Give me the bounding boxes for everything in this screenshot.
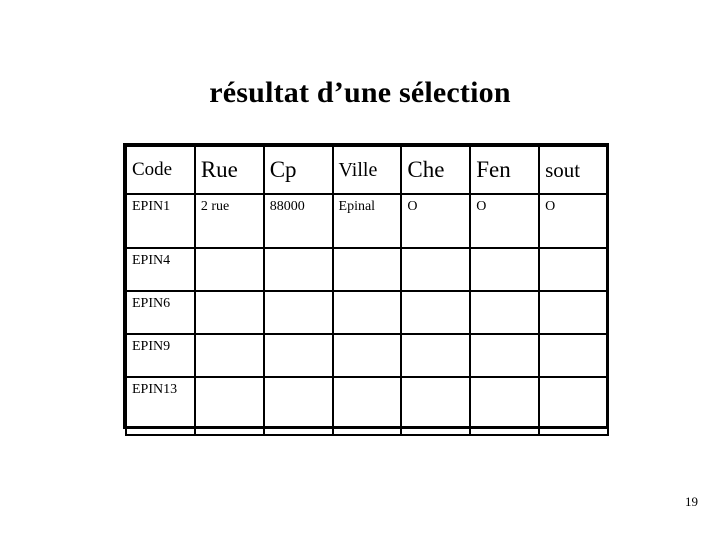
cell-rue: 2 rue <box>193 193 265 249</box>
cell-fen <box>469 247 541 292</box>
cell-fen <box>469 290 541 335</box>
cell-sout <box>538 376 609 436</box>
table-row: EPIN6 <box>125 290 609 335</box>
cell-sout: O <box>538 193 609 249</box>
table-row: EPIN13 <box>125 376 609 436</box>
cell-che <box>400 247 472 292</box>
cell-ville: Epinal <box>331 193 403 249</box>
table-row: EPIN9 <box>125 333 609 378</box>
cell-cp <box>262 290 334 335</box>
table-row: EPIN1 2 rue 88000 Epinal O O O <box>125 193 609 249</box>
cell-che: O <box>400 193 472 249</box>
cell-code: EPIN6 <box>125 290 196 335</box>
cell-ville <box>331 376 403 436</box>
cell-code: EPIN1 <box>125 193 196 249</box>
cell-sout <box>538 290 609 335</box>
cell-code: EPIN13 <box>125 376 196 436</box>
page-title: résultat d’une sélection <box>209 76 511 109</box>
cell-che <box>400 290 472 335</box>
cell-che <box>400 333 472 378</box>
column-header-fen: Fen <box>469 145 541 195</box>
cell-rue <box>193 376 265 436</box>
cell-sout <box>538 333 609 378</box>
table-row: EPIN4 <box>125 247 609 292</box>
table-header-row: Code Rue Cp Ville Che Fen sout <box>125 145 609 195</box>
cell-code: EPIN4 <box>125 247 196 292</box>
column-header-che: Che <box>400 145 472 195</box>
cell-che <box>400 376 472 436</box>
cell-ville <box>331 290 403 335</box>
cell-cp <box>262 247 334 292</box>
result-table: Code Rue Cp Ville Che Fen sout EPIN1 2 r… <box>125 145 609 436</box>
cell-fen: O <box>469 193 541 249</box>
cell-fen <box>469 333 541 378</box>
cell-ville <box>331 333 403 378</box>
cell-rue <box>193 333 265 378</box>
cell-cp: 88000 <box>262 193 334 249</box>
cell-rue <box>193 290 265 335</box>
cell-rue <box>193 247 265 292</box>
cell-code: EPIN9 <box>125 333 196 378</box>
cell-cp <box>262 333 334 378</box>
page-number: 19 <box>685 494 698 509</box>
cell-fen <box>469 376 541 436</box>
cell-ville <box>331 247 403 292</box>
cell-cp <box>262 376 334 436</box>
column-header-code: Code <box>125 145 196 195</box>
cell-sout <box>538 247 609 292</box>
column-header-sout: sout <box>538 145 609 195</box>
column-header-rue: Rue <box>193 145 265 195</box>
slide-canvas: résultat d’une sélection Code Rue Cp Vil… <box>0 0 720 540</box>
column-header-cp: Cp <box>262 145 334 195</box>
column-header-ville: Ville <box>331 145 403 195</box>
